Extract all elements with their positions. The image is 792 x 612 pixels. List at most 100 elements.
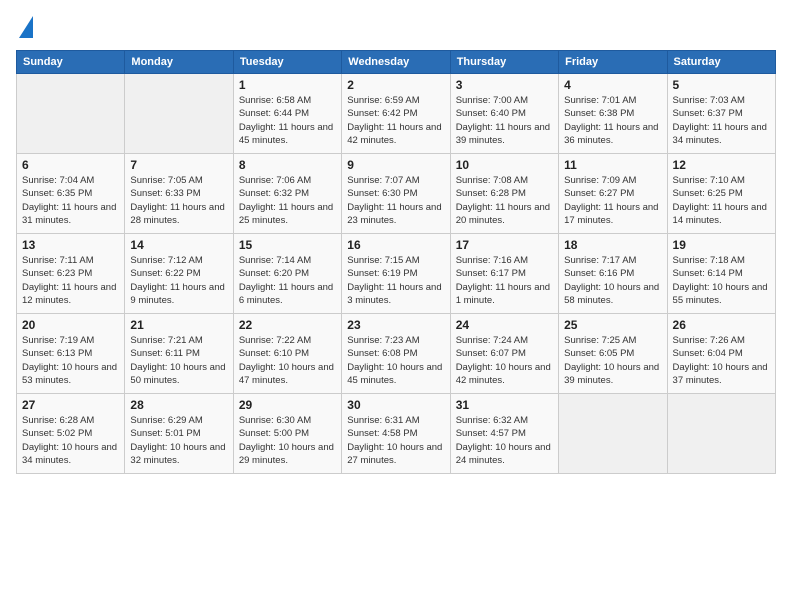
weekday-header: Wednesday xyxy=(342,51,450,74)
sunrise-text: Sunrise: 7:10 AM xyxy=(673,174,770,187)
sunset-text: Sunset: 5:01 PM xyxy=(130,427,227,440)
day-detail: Sunrise: 7:07 AMSunset: 6:30 PMDaylight:… xyxy=(347,174,444,227)
calendar-cell: 23Sunrise: 7:23 AMSunset: 6:08 PMDayligh… xyxy=(342,314,450,394)
sunset-text: Sunset: 6:14 PM xyxy=(673,267,770,280)
sunset-text: Sunset: 6:13 PM xyxy=(22,347,119,360)
day-detail: Sunrise: 7:26 AMSunset: 6:04 PMDaylight:… xyxy=(673,334,770,387)
calendar-cell xyxy=(125,74,233,154)
daylight-text: Daylight: 10 hours and 37 minutes. xyxy=(673,361,770,388)
calendar-cell: 20Sunrise: 7:19 AMSunset: 6:13 PMDayligh… xyxy=(17,314,125,394)
weekday-header: Tuesday xyxy=(233,51,341,74)
day-number: 31 xyxy=(456,398,553,412)
day-number: 7 xyxy=(130,158,227,172)
calendar-cell: 16Sunrise: 7:15 AMSunset: 6:19 PMDayligh… xyxy=(342,234,450,314)
calendar-cell: 31 Sunrise: 6:32 AMSunset: 4:57 PMDayligh… xyxy=(450,394,558,474)
day-detail: Sunrise: 7:18 AMSunset: 6:14 PMDaylight:… xyxy=(673,254,770,307)
calendar-cell: 9 Sunrise: 7:07 AMSunset: 6:30 PMDaylight… xyxy=(342,154,450,234)
daylight-text: Daylight: 10 hours and 47 minutes. xyxy=(239,361,336,388)
day-detail: Sunrise: 6:31 AMSunset: 4:58 PMDaylight:… xyxy=(347,414,444,467)
day-detail: Sunrise: 7:08 AMSunset: 6:28 PMDaylight:… xyxy=(456,174,553,227)
calendar-cell: 3 Sunrise: 7:00 AMSunset: 6:40 PMDaylight… xyxy=(450,74,558,154)
day-detail: Sunrise: 6:28 AMSunset: 5:02 PMDaylight:… xyxy=(22,414,119,467)
daylight-text: Daylight: 11 hours and 12 minutes. xyxy=(22,281,119,308)
daylight-text: Daylight: 10 hours and 27 minutes. xyxy=(347,441,444,468)
week-row: 27Sunrise: 6:28 AMSunset: 5:02 PMDayligh… xyxy=(17,394,776,474)
day-detail: Sunrise: 7:04 AMSunset: 6:35 PMDaylight:… xyxy=(22,174,119,227)
calendar-cell: 27Sunrise: 6:28 AMSunset: 5:02 PMDayligh… xyxy=(17,394,125,474)
daylight-text: Daylight: 11 hours and 9 minutes. xyxy=(130,281,227,308)
daylight-text: Daylight: 11 hours and 45 minutes. xyxy=(239,121,336,148)
daylight-text: Daylight: 10 hours and 34 minutes. xyxy=(22,441,119,468)
sunset-text: Sunset: 6:30 PM xyxy=(347,187,444,200)
day-detail: Sunrise: 7:05 AMSunset: 6:33 PMDaylight:… xyxy=(130,174,227,227)
week-row: 6Sunrise: 7:04 AMSunset: 6:35 PMDaylight… xyxy=(17,154,776,234)
day-number: 12 xyxy=(673,158,770,172)
day-number: 18 xyxy=(564,238,661,252)
day-number: 13 xyxy=(22,238,119,252)
day-number: 9 xyxy=(347,158,444,172)
daylight-text: Daylight: 11 hours and 25 minutes. xyxy=(239,201,336,228)
calendar-cell xyxy=(17,74,125,154)
sunset-text: Sunset: 5:02 PM xyxy=(22,427,119,440)
day-detail: Sunrise: 7:06 AMSunset: 6:32 PMDaylight:… xyxy=(239,174,336,227)
logo xyxy=(16,16,33,38)
day-detail: Sunrise: 6:58 AMSunset: 6:44 PMDaylight:… xyxy=(239,94,336,147)
day-number: 14 xyxy=(130,238,227,252)
day-number: 3 xyxy=(456,78,553,92)
sunrise-text: Sunrise: 7:03 AM xyxy=(673,94,770,107)
sunset-text: Sunset: 6:22 PM xyxy=(130,267,227,280)
daylight-text: Daylight: 11 hours and 28 minutes. xyxy=(130,201,227,228)
sunrise-text: Sunrise: 6:30 AM xyxy=(239,414,336,427)
sunrise-text: Sunrise: 7:16 AM xyxy=(456,254,553,267)
day-number: 19 xyxy=(673,238,770,252)
daylight-text: Daylight: 11 hours and 39 minutes. xyxy=(456,121,553,148)
day-detail: Sunrise: 7:11 AMSunset: 6:23 PMDaylight:… xyxy=(22,254,119,307)
sunrise-text: Sunrise: 7:26 AM xyxy=(673,334,770,347)
calendar-cell: 7 Sunrise: 7:05 AMSunset: 6:33 PMDaylight… xyxy=(125,154,233,234)
sunrise-text: Sunrise: 6:32 AM xyxy=(456,414,553,427)
sunset-text: Sunset: 4:57 PM xyxy=(456,427,553,440)
day-number: 20 xyxy=(22,318,119,332)
day-number: 17 xyxy=(456,238,553,252)
sunset-text: Sunset: 6:28 PM xyxy=(456,187,553,200)
sunrise-text: Sunrise: 6:59 AM xyxy=(347,94,444,107)
day-detail: Sunrise: 7:15 AMSunset: 6:19 PMDaylight:… xyxy=(347,254,444,307)
day-number: 4 xyxy=(564,78,661,92)
sunset-text: Sunset: 6:33 PM xyxy=(130,187,227,200)
sunrise-text: Sunrise: 7:25 AM xyxy=(564,334,661,347)
daylight-text: Daylight: 10 hours and 45 minutes. xyxy=(347,361,444,388)
sunrise-text: Sunrise: 7:18 AM xyxy=(673,254,770,267)
calendar-header-row: SundayMondayTuesdayWednesdayThursdayFrid… xyxy=(17,51,776,74)
sunset-text: Sunset: 6:19 PM xyxy=(347,267,444,280)
sunrise-text: Sunrise: 7:08 AM xyxy=(456,174,553,187)
daylight-text: Daylight: 11 hours and 42 minutes. xyxy=(347,121,444,148)
sunrise-text: Sunrise: 7:22 AM xyxy=(239,334,336,347)
day-detail: Sunrise: 7:00 AMSunset: 6:40 PMDaylight:… xyxy=(456,94,553,147)
day-detail: Sunrise: 7:09 AMSunset: 6:27 PMDaylight:… xyxy=(564,174,661,227)
daylight-text: Daylight: 10 hours and 24 minutes. xyxy=(456,441,553,468)
calendar-cell: 21Sunrise: 7:21 AMSunset: 6:11 PMDayligh… xyxy=(125,314,233,394)
sunrise-text: Sunrise: 7:19 AM xyxy=(22,334,119,347)
week-row: 13 Sunrise: 7:11 AMSunset: 6:23 PMDayligh… xyxy=(17,234,776,314)
day-number: 30 xyxy=(347,398,444,412)
day-number: 23 xyxy=(347,318,444,332)
sunrise-text: Sunrise: 7:23 AM xyxy=(347,334,444,347)
calendar-cell: 15Sunrise: 7:14 AMSunset: 6:20 PMDayligh… xyxy=(233,234,341,314)
sunrise-text: Sunrise: 6:31 AM xyxy=(347,414,444,427)
sunrise-text: Sunrise: 7:12 AM xyxy=(130,254,227,267)
daylight-text: Daylight: 10 hours and 50 minutes. xyxy=(130,361,227,388)
calendar-cell: 4Sunrise: 7:01 AMSunset: 6:38 PMDaylight… xyxy=(559,74,667,154)
sunset-text: Sunset: 6:23 PM xyxy=(22,267,119,280)
calendar-cell: 25Sunrise: 7:25 AMSunset: 6:05 PMDayligh… xyxy=(559,314,667,394)
calendar-cell: 12Sunrise: 7:10 AMSunset: 6:25 PMDayligh… xyxy=(667,154,775,234)
daylight-text: Daylight: 11 hours and 34 minutes. xyxy=(673,121,770,148)
day-number: 24 xyxy=(456,318,553,332)
day-detail: Sunrise: 7:14 AMSunset: 6:20 PMDaylight:… xyxy=(239,254,336,307)
sunrise-text: Sunrise: 6:58 AM xyxy=(239,94,336,107)
day-detail: Sunrise: 7:03 AMSunset: 6:37 PMDaylight:… xyxy=(673,94,770,147)
day-detail: Sunrise: 7:12 AMSunset: 6:22 PMDaylight:… xyxy=(130,254,227,307)
day-number: 1 xyxy=(239,78,336,92)
sunrise-text: Sunrise: 7:00 AM xyxy=(456,94,553,107)
day-detail: Sunrise: 6:32 AMSunset: 4:57 PMDaylight:… xyxy=(456,414,553,467)
calendar-cell: 5Sunrise: 7:03 AMSunset: 6:37 PMDaylight… xyxy=(667,74,775,154)
